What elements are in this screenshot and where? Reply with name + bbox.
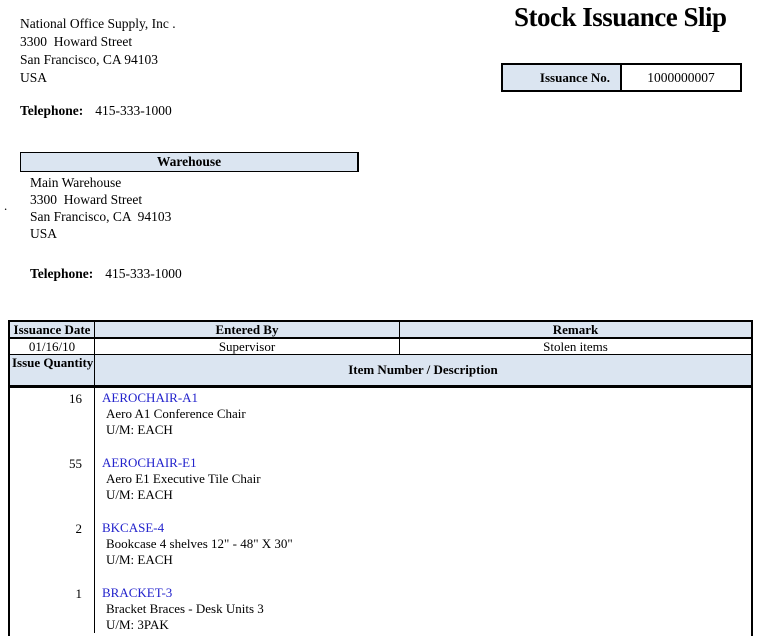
- warehouse-section-header: Warehouse: [20, 152, 359, 172]
- item-details: AEROCHAIR-A1 Aero A1 Conference Chair U/…: [94, 390, 246, 438]
- items-header-row: Issue Quantity Item Number / Description: [10, 355, 751, 388]
- item-number-link[interactable]: AEROCHAIR-A1: [102, 390, 246, 406]
- company-country: USA: [20, 69, 176, 87]
- item-quantity: 16: [10, 390, 94, 438]
- company-phone-line: Telephone: 415-333-1000: [20, 103, 172, 119]
- page-title: Stock Issuance Slip: [514, 2, 727, 33]
- item-quantity: 2: [10, 520, 94, 568]
- col-header-issue-quantity: Issue Quantity: [10, 355, 95, 385]
- remark-value: Stolen items: [400, 339, 751, 354]
- item-uom: U/M: EACH: [102, 552, 293, 568]
- items-list: 16 AEROCHAIR-A1 Aero A1 Conference Chair…: [10, 388, 751, 633]
- item-description: Bookcase 4 shelves 12" - 48" X 30": [102, 536, 293, 552]
- item-number-link[interactable]: AEROCHAIR-E1: [102, 455, 261, 471]
- warehouse-phone-label: Telephone:: [30, 266, 93, 281]
- company-name: National Office Supply, Inc .: [20, 15, 176, 33]
- company-city: San Francisco, CA 94103: [20, 51, 176, 69]
- item-row: 1 BRACKET-3 Bracket Braces - Desk Units …: [10, 585, 751, 633]
- col-header-issuance-date: Issuance Date: [10, 322, 95, 337]
- entered-by-value: Supervisor: [95, 339, 400, 354]
- item-number-link[interactable]: BKCASE-4: [102, 520, 293, 536]
- company-address-block: National Office Supply, Inc . 3300 Howar…: [20, 15, 176, 87]
- warehouse-phone-number: 415-333-1000: [105, 266, 182, 281]
- info-header-row: Issuance Date Entered By Remark: [10, 322, 751, 339]
- warehouse-name: Main Warehouse: [30, 174, 171, 191]
- item-row: 16 AEROCHAIR-A1 Aero A1 Conference Chair…: [10, 390, 751, 438]
- warehouse-phone-line: Telephone: 415-333-1000: [30, 266, 182, 282]
- warehouse-country: USA: [30, 225, 171, 242]
- item-uom: U/M: 3PAK: [102, 617, 264, 633]
- item-uom: U/M: EACH: [102, 422, 246, 438]
- item-description: Aero E1 Executive Tile Chair: [102, 471, 261, 487]
- warehouse-street: 3300 Howard Street: [30, 191, 171, 208]
- issuance-no-label: Issuance No.: [503, 65, 622, 90]
- issuance-number-box: Issuance No. 1000000007: [501, 63, 742, 92]
- issuance-date-value: 01/16/10: [10, 339, 95, 354]
- item-number-link[interactable]: BRACKET-3: [102, 585, 264, 601]
- company-phone-label: Telephone:: [20, 103, 83, 118]
- item-quantity: 1: [10, 585, 94, 633]
- info-value-row: 01/16/10 Supervisor Stolen items: [10, 339, 751, 355]
- stray-period-mark: .: [4, 198, 7, 214]
- quantity-column-divider: [94, 388, 95, 633]
- item-row: 55 AEROCHAIR-E1 Aero E1 Executive Tile C…: [10, 455, 751, 503]
- company-street: 3300 Howard Street: [20, 33, 176, 51]
- item-description: Bracket Braces - Desk Units 3: [102, 601, 264, 617]
- item-details: BRACKET-3 Bracket Braces - Desk Units 3 …: [94, 585, 264, 633]
- item-row: 2 BKCASE-4 Bookcase 4 shelves 12" - 48" …: [10, 520, 751, 568]
- item-description: Aero A1 Conference Chair: [102, 406, 246, 422]
- issuance-no-value: 1000000007: [622, 65, 740, 90]
- company-phone-number: 415-333-1000: [95, 103, 172, 118]
- col-header-item-number-description: Item Number / Description: [95, 355, 751, 385]
- stock-issuance-slip-page: National Office Supply, Inc . 3300 Howar…: [0, 0, 765, 636]
- warehouse-address-block: Main Warehouse 3300 Howard Street San Fr…: [30, 174, 171, 242]
- warehouse-city: San Francisco, CA 94103: [30, 208, 171, 225]
- item-details: BKCASE-4 Bookcase 4 shelves 12" - 48" X …: [94, 520, 293, 568]
- issuance-details-table: Issuance Date Entered By Remark 01/16/10…: [8, 320, 753, 636]
- item-uom: U/M: EACH: [102, 487, 261, 503]
- item-quantity: 55: [10, 455, 94, 503]
- item-details: AEROCHAIR-E1 Aero E1 Executive Tile Chai…: [94, 455, 261, 503]
- col-header-entered-by: Entered By: [95, 322, 400, 337]
- col-header-remark: Remark: [400, 322, 751, 337]
